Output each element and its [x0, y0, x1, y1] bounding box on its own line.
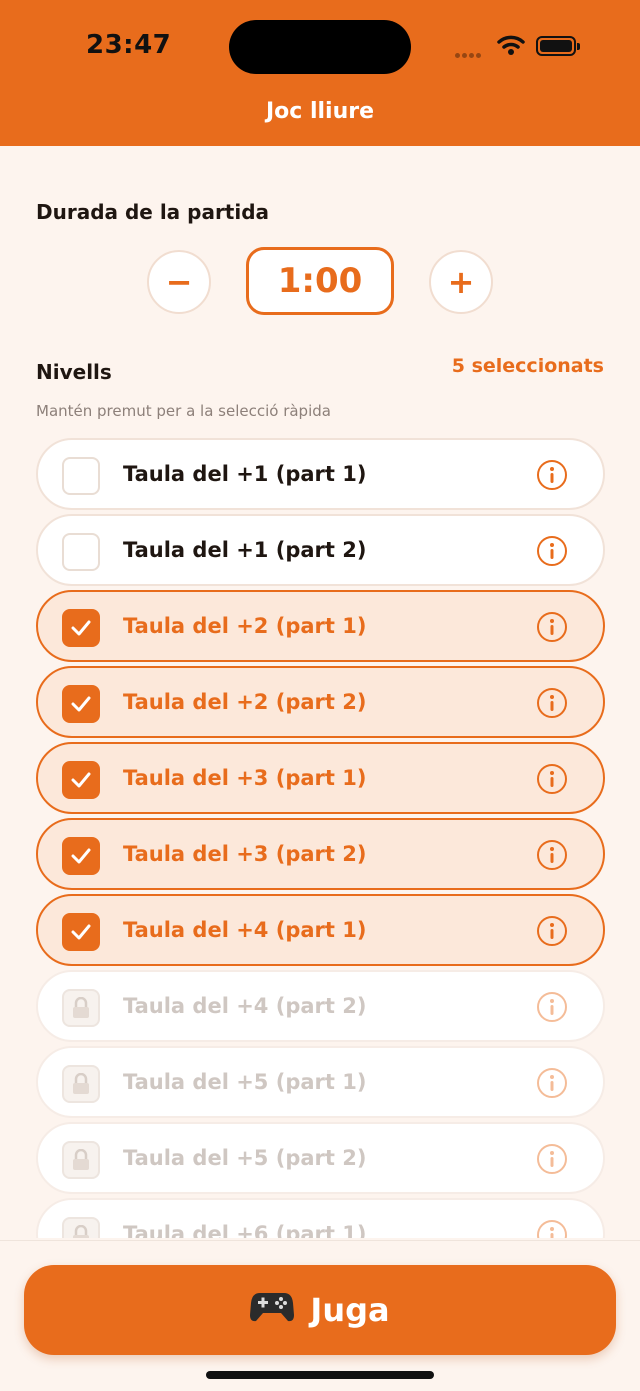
duration-label: Durada de la partida [36, 200, 270, 224]
checkbox-checked[interactable] [62, 685, 100, 723]
level-label: Taula del +3 (part 1) [123, 766, 367, 790]
lock-icon [62, 1141, 100, 1179]
level-label: Taula del +5 (part 1) [123, 1070, 367, 1094]
battery-icon [536, 36, 580, 56]
level-row[interactable]: Taula del +1 (part 2) [36, 514, 605, 586]
selection-hint: Mantén premut per a la selecció ràpida [36, 402, 331, 420]
dynamic-island [229, 20, 411, 74]
checkbox-checked[interactable] [62, 761, 100, 799]
cellular-signal-icon [455, 43, 483, 62]
info-icon[interactable] [537, 1144, 567, 1174]
level-label: Taula del +2 (part 1) [123, 614, 367, 638]
levels-label: Nivells [36, 360, 112, 384]
info-icon[interactable] [537, 840, 567, 870]
level-row: Taula del +6 (part 1) [36, 1198, 605, 1238]
level-row[interactable]: Taula del +1 (part 1) [36, 438, 605, 510]
checkbox-checked[interactable] [62, 837, 100, 875]
header: 23:47 Joc lliure [0, 0, 640, 146]
lock-icon [62, 1217, 100, 1238]
level-label: Taula del +2 (part 2) [123, 690, 367, 714]
divider [0, 1240, 640, 1241]
level-label: Taula del +5 (part 2) [123, 1146, 367, 1170]
level-row[interactable]: Taula del +3 (part 2) [36, 818, 605, 890]
checkbox-unchecked[interactable] [62, 457, 100, 495]
home-indicator [206, 1371, 434, 1379]
checkmark-icon [71, 848, 91, 864]
gamepad-icon [250, 1289, 295, 1331]
level-label: Taula del +1 (part 1) [123, 462, 367, 486]
page-title: Joc lliure [265, 99, 375, 124]
increase-duration-button[interactable]: + [429, 250, 493, 314]
level-label: Taula del +3 (part 2) [123, 842, 367, 866]
level-row[interactable]: Taula del +2 (part 2) [36, 666, 605, 738]
checkmark-icon [71, 620, 91, 636]
checkmark-icon [71, 772, 91, 788]
selected-count[interactable]: 5 seleccionats [452, 355, 604, 377]
info-icon[interactable] [537, 764, 567, 794]
info-icon[interactable] [537, 536, 567, 566]
level-row: Taula del +5 (part 2) [36, 1122, 605, 1194]
level-row[interactable]: Taula del +3 (part 1) [36, 742, 605, 814]
level-label: Taula del +4 (part 1) [123, 918, 367, 942]
checkbox-checked[interactable] [62, 913, 100, 951]
duration-value: 1:00 [246, 247, 394, 315]
level-label: Taula del +4 (part 2) [123, 994, 367, 1018]
checkbox-checked[interactable] [62, 609, 100, 647]
levels-list[interactable]: Taula del +1 (part 1) Taula del +1 (part … [36, 438, 605, 1238]
play-button[interactable]: Juga [24, 1265, 616, 1355]
info-icon[interactable] [537, 992, 567, 1022]
info-icon[interactable] [537, 1220, 567, 1238]
level-row[interactable]: Taula del +2 (part 1) [36, 590, 605, 662]
level-row: Taula del +4 (part 2) [36, 970, 605, 1042]
level-label: Taula del +6 (part 1) [123, 1222, 367, 1238]
info-icon[interactable] [537, 916, 567, 946]
checkmark-icon [71, 924, 91, 940]
level-row: Taula del +5 (part 1) [36, 1046, 605, 1118]
play-button-label: Juga [310, 1291, 390, 1329]
decrease-duration-button[interactable]: − [147, 250, 211, 314]
level-row[interactable]: Taula del +4 (part 1) [36, 894, 605, 966]
checkmark-icon [71, 696, 91, 712]
wifi-icon [497, 34, 525, 60]
info-icon[interactable] [537, 612, 567, 642]
status-time: 23:47 [86, 30, 172, 60]
info-icon[interactable] [537, 460, 567, 490]
info-icon[interactable] [537, 688, 567, 718]
info-icon[interactable] [537, 1068, 567, 1098]
checkbox-unchecked[interactable] [62, 533, 100, 571]
lock-icon [62, 1065, 100, 1103]
level-label: Taula del +1 (part 2) [123, 538, 367, 562]
lock-icon [62, 989, 100, 1027]
